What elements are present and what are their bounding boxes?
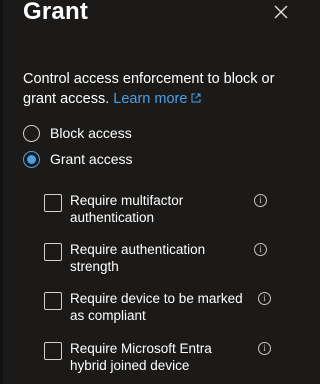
learn-more-label: Learn more bbox=[113, 90, 188, 107]
close-button[interactable] bbox=[270, 1, 292, 23]
grant-access-radio[interactable] bbox=[23, 150, 40, 168]
grant-access-label: Grant access bbox=[50, 151, 133, 167]
grant-access-option[interactable]: Grant access bbox=[23, 148, 132, 170]
panel-left-edge bbox=[0, 0, 3, 384]
block-access-radio[interactable] bbox=[23, 124, 40, 142]
panel-title: Grant bbox=[23, 0, 89, 25]
requirement-hybrid-joined-checkbox[interactable] bbox=[44, 342, 62, 360]
block-access-label: Block access bbox=[50, 125, 132, 141]
requirement-compliant-device-label: Require device to be marked as compliant bbox=[70, 291, 243, 323]
info-icon[interactable]: i bbox=[254, 194, 267, 207]
requirement-auth-strength-label: Require authentication strength bbox=[70, 242, 206, 274]
requirement-mfa[interactable]: Require multifactor authentication bbox=[44, 193, 274, 227]
requirement-auth-strength[interactable]: Require authentication strength bbox=[44, 242, 274, 276]
close-icon bbox=[274, 5, 288, 19]
requirement-hybrid-joined-label: Require Microsoft Entra hybrid joined de… bbox=[70, 341, 212, 373]
requirement-compliant-device-checkbox[interactable] bbox=[44, 292, 62, 310]
requirement-mfa-label: Require multifactor authentication bbox=[70, 193, 184, 225]
requirement-hybrid-joined[interactable]: Require Microsoft Entra hybrid joined de… bbox=[44, 341, 274, 375]
learn-more-link[interactable]: Learn more bbox=[113, 91, 202, 107]
requirement-mfa-checkbox[interactable] bbox=[44, 194, 62, 212]
requirement-compliant-device[interactable]: Require device to be marked as compliant bbox=[44, 291, 274, 325]
external-link-icon bbox=[191, 93, 201, 102]
requirement-auth-strength-checkbox[interactable] bbox=[44, 243, 62, 261]
info-icon[interactable]: i bbox=[254, 243, 267, 256]
block-access-option[interactable]: Block access bbox=[23, 122, 132, 144]
panel-description: Control access enforcement to block or g… bbox=[23, 70, 303, 109]
info-icon[interactable]: i bbox=[258, 342, 271, 355]
info-icon[interactable]: i bbox=[258, 292, 271, 305]
